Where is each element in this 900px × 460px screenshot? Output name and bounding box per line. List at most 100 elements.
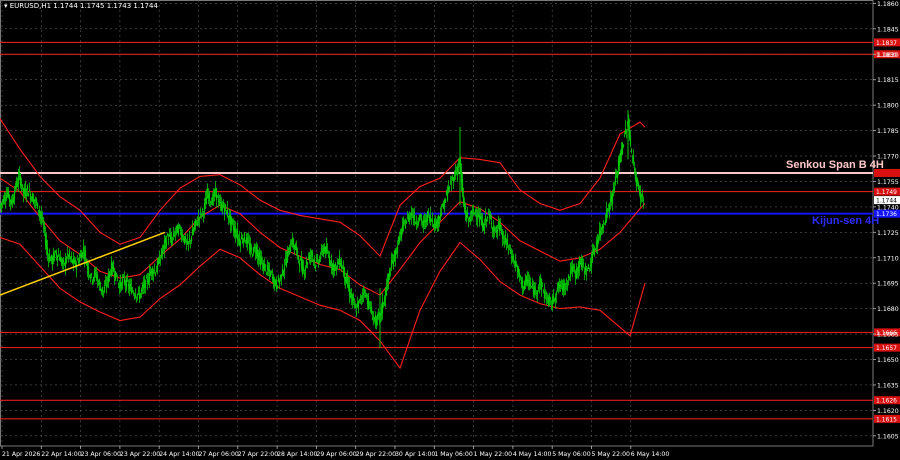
candle-body <box>493 229 496 231</box>
candle-body <box>440 212 443 216</box>
candle-body <box>411 214 414 215</box>
candle-body <box>370 306 373 314</box>
candle-body <box>540 279 543 291</box>
candle-body <box>153 269 156 271</box>
kijun-sen-label: Kijun-sen 4H <box>812 215 879 227</box>
candle-body <box>3 196 6 201</box>
candle-body <box>316 257 319 260</box>
candle-body <box>35 199 38 203</box>
candle-body <box>154 273 157 276</box>
candle-body <box>65 258 68 263</box>
candle-body <box>453 176 456 179</box>
candle-body <box>194 219 197 226</box>
candle-body <box>196 222 199 226</box>
candle-body <box>360 296 363 299</box>
y-tick-label: 1.1620 <box>877 408 899 415</box>
candle-body <box>17 176 20 184</box>
candle-body <box>137 290 140 291</box>
candle-body <box>603 223 606 225</box>
candle-body <box>139 293 142 298</box>
y-tick-label: 1.1680 <box>877 306 899 313</box>
candle-body <box>405 220 408 224</box>
candle-body <box>181 234 184 236</box>
candle-body <box>62 260 65 262</box>
candle-body <box>517 267 520 273</box>
candle-body <box>622 145 625 147</box>
candle-body <box>45 239 48 249</box>
candle-body <box>385 286 388 296</box>
x-tick-label: 29 Apr 06:00 <box>316 451 356 458</box>
candle-body <box>489 216 492 220</box>
candle-body <box>76 259 79 261</box>
candle-body <box>178 224 181 227</box>
candle-body <box>569 270 572 277</box>
x-tick-label: 28 Apr 14:00 <box>277 451 317 458</box>
candle-body <box>129 284 132 287</box>
y-tick-label: 1.1635 <box>877 382 899 389</box>
candle-body <box>184 236 187 242</box>
candle-body <box>352 297 355 301</box>
x-tick-label: 23 Apr 06:00 <box>81 451 121 458</box>
candle-body <box>507 245 510 248</box>
candle-body <box>315 260 318 262</box>
candle-body <box>28 189 31 192</box>
candle-body <box>559 284 562 287</box>
candle-body <box>66 253 69 254</box>
candle-body <box>571 265 574 273</box>
candle-body <box>602 225 605 228</box>
candle-body <box>298 263 301 266</box>
candle-body <box>270 271 273 273</box>
level-price-label: 1.1626 <box>876 398 897 405</box>
candle-body <box>96 275 99 281</box>
candle-body <box>545 299 548 301</box>
y-tick-label: 1.1665 <box>877 332 899 339</box>
candle-body <box>18 172 21 175</box>
candle-body <box>404 225 407 229</box>
y-tick-label: 1.1845 <box>877 26 899 33</box>
candle-body <box>629 136 632 146</box>
candle-body <box>70 256 73 259</box>
candle-body <box>125 277 128 289</box>
candle-body <box>564 288 567 289</box>
candle-body <box>92 277 95 281</box>
y-tick-label: 1.1725 <box>877 230 899 237</box>
y-tick-label: 1.1605 <box>877 433 899 440</box>
candle-body <box>43 226 46 230</box>
candle-body <box>508 245 511 246</box>
y-tick-label: 1.1785 <box>877 128 899 135</box>
candle-body <box>633 168 636 170</box>
candle-body <box>268 268 271 272</box>
candle-body <box>117 283 120 284</box>
price-chart[interactable]: 1.18371.18301.17491.16661.16571.16261.16… <box>0 0 900 460</box>
candle-body <box>78 257 81 263</box>
candle-body <box>84 250 87 257</box>
candle-body <box>554 296 557 301</box>
candle-body <box>200 214 203 216</box>
candle-body <box>326 250 329 252</box>
candle-body <box>502 237 505 239</box>
candle-body <box>309 255 312 257</box>
candle-body <box>636 178 639 184</box>
x-tick-label: 27 Apr 22:00 <box>238 451 278 458</box>
candle-body <box>415 222 418 225</box>
candle-body <box>591 251 594 261</box>
candle-body <box>140 289 143 292</box>
candle-body <box>588 268 591 270</box>
candle-body <box>54 250 57 252</box>
candle-body <box>304 267 307 271</box>
candle-body <box>469 219 472 222</box>
candle-body <box>283 266 286 272</box>
candle-body <box>93 271 96 278</box>
y-tick-label: 1.1815 <box>877 77 899 84</box>
candle-body <box>552 296 555 302</box>
candle-body <box>131 290 134 292</box>
candle-body <box>457 166 460 168</box>
candle-body <box>485 219 488 221</box>
x-tick-label: 5 May 22:00 <box>592 451 631 458</box>
candle-body <box>512 255 515 262</box>
candle-body <box>145 276 148 279</box>
candle-body <box>605 209 608 222</box>
candle-body <box>429 215 432 223</box>
senkou-span-label: Senkou Span B 4H <box>786 159 884 171</box>
candle-body <box>572 266 575 268</box>
